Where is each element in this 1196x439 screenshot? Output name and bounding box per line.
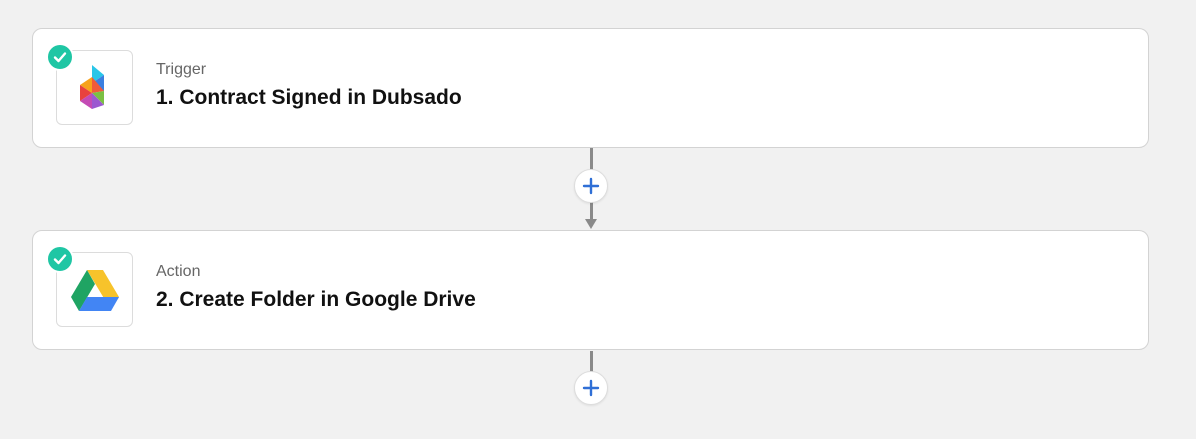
step-kind-label: Trigger xyxy=(156,61,207,78)
step-title: 1. Contract Signed in Dubsado xyxy=(156,86,462,109)
step-title: 2. Create Folder in Google Drive xyxy=(156,288,476,311)
connector-line xyxy=(590,200,593,220)
check-icon xyxy=(46,43,74,71)
add-step-button[interactable] xyxy=(574,169,608,203)
step-card-trigger[interactable]: Trigger 1. Contract Signed in Dubsado xyxy=(32,28,1149,148)
step-card-action[interactable]: Action 2. Create Folder in Google Drive xyxy=(32,230,1149,350)
step-kind-label: Action xyxy=(156,263,201,280)
check-icon xyxy=(46,245,74,273)
arrow-down-icon xyxy=(585,219,597,229)
add-step-button[interactable] xyxy=(574,371,608,405)
plus-icon xyxy=(582,379,600,397)
connector-line xyxy=(590,351,593,373)
plus-icon xyxy=(582,177,600,195)
